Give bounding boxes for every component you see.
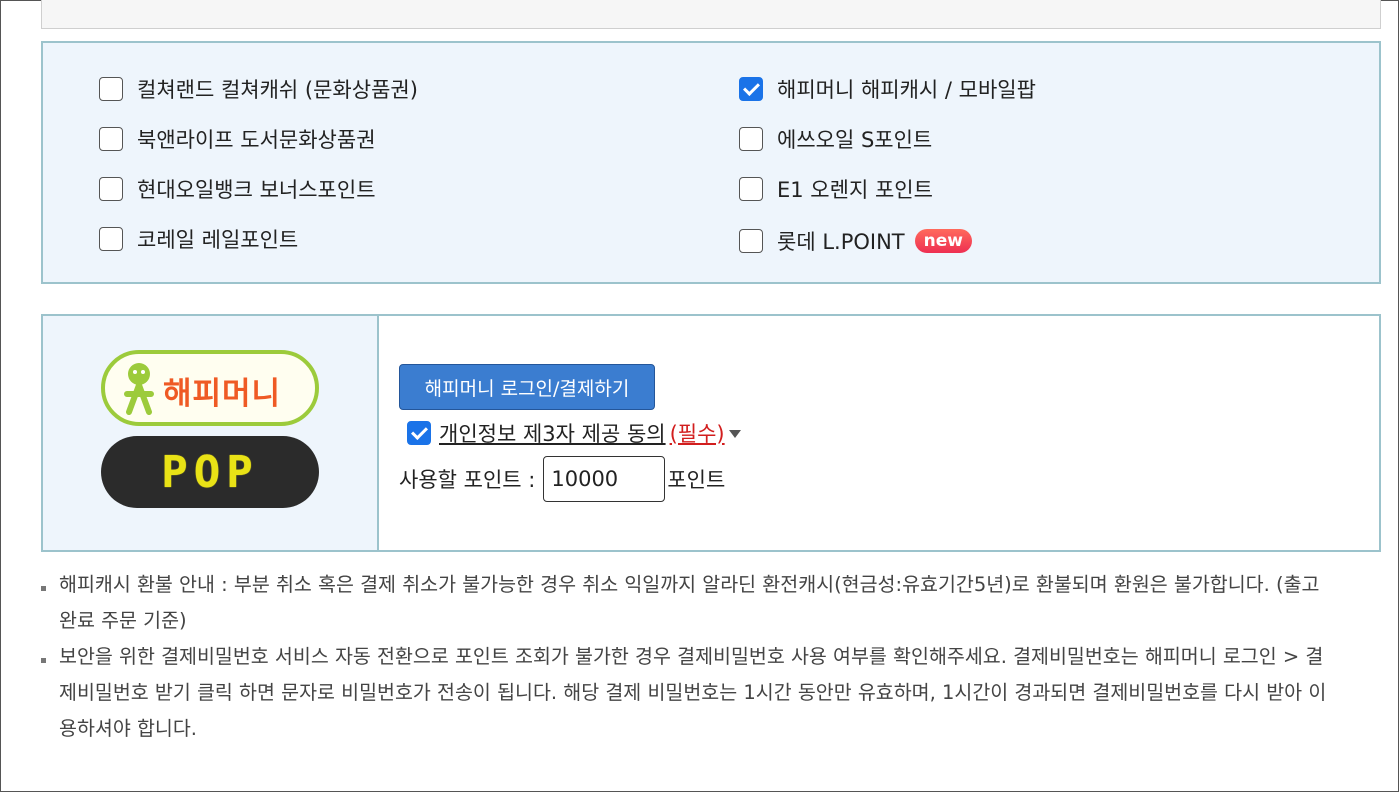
option-booknlife[interactable]: 북앤라이프 도서문화상품권 bbox=[99, 125, 376, 153]
notice-text: 보안을 위한 결제비밀번호 서비스 자동 전환으로 포인트 조회가 불가한 경우… bbox=[59, 645, 1327, 740]
points-input[interactable] bbox=[543, 456, 666, 502]
option-label: 에쓰오일 S포인트 bbox=[777, 128, 933, 152]
notice-item: 보안을 위한 결제비밀번호 서비스 자동 전환으로 포인트 조회가 불가한 경우… bbox=[41, 639, 1341, 747]
notice-item: 해피캐시 환불 안내 : 부분 취소 혹은 결제 취소가 불가능한 경우 취소 … bbox=[41, 567, 1341, 639]
option-soil[interactable]: 에쓰오일 S포인트 bbox=[739, 125, 932, 153]
caret-down-icon[interactable] bbox=[728, 430, 741, 438]
option-label: 롯데 L.POINT bbox=[777, 230, 905, 254]
privacy-consent[interactable]: 개인정보 제3자 제공 동의 (필수) bbox=[407, 418, 741, 448]
happymoney-login-button[interactable]: 해피머니 로그인/결제하기 bbox=[399, 364, 655, 410]
checkbox[interactable] bbox=[99, 127, 123, 151]
option-label: 컬쳐랜드 컬쳐캐쉬 (문화상품권) bbox=[137, 78, 418, 102]
notice-list: 해피캐시 환불 안내 : 부분 취소 혹은 결제 취소가 불가능한 경우 취소 … bbox=[41, 567, 1341, 747]
happymoney-logo: 해피머니 bbox=[101, 350, 319, 426]
option-label: E1 오렌지 포인트 bbox=[777, 178, 933, 202]
checkbox[interactable] bbox=[739, 229, 763, 253]
new-badge: new bbox=[914, 229, 972, 253]
consent-required[interactable]: (필수) bbox=[670, 418, 725, 448]
pop-logo-text: POP bbox=[161, 446, 259, 498]
pop-logo: POP bbox=[101, 436, 319, 508]
option-happymoney[interactable]: 해피머니 해피캐시 / 모바일팝 bbox=[739, 75, 1036, 103]
option-e1[interactable]: E1 오렌지 포인트 bbox=[739, 175, 933, 203]
points-row: 사용할 포인트 : 포인트 bbox=[399, 456, 725, 502]
payment-controls: 해피머니 로그인/결제하기 개인정보 제3자 제공 동의 (필수) 사용할 포인… bbox=[379, 316, 1379, 550]
bullet-icon bbox=[41, 658, 46, 663]
option-hyundai-oilbank[interactable]: 현대오일뱅크 보너스포인트 bbox=[99, 175, 376, 203]
payment-options-panel: 컬쳐랜드 컬쳐캐쉬 (문화상품권) 해피머니 해피캐시 / 모바일팝 북앤라이프… bbox=[41, 41, 1381, 284]
points-unit: 포인트 bbox=[667, 468, 726, 492]
consent-checkbox[interactable] bbox=[407, 421, 431, 445]
option-lpoint[interactable]: 롯데 L.POINT new bbox=[739, 227, 972, 255]
checkbox[interactable] bbox=[739, 177, 763, 201]
consent-link[interactable]: 개인정보 제3자 제공 동의 bbox=[439, 418, 666, 448]
option-cultureland[interactable]: 컬쳐랜드 컬쳐캐쉬 (문화상품권) bbox=[99, 75, 418, 103]
happymoney-logo-text: 해피머니 bbox=[163, 376, 282, 412]
checkbox[interactable] bbox=[739, 127, 763, 151]
checkbox-checked[interactable] bbox=[739, 77, 763, 101]
checkbox[interactable] bbox=[99, 177, 123, 201]
previous-section-box bbox=[41, 0, 1381, 29]
checkbox[interactable] bbox=[99, 77, 123, 101]
option-label: 북앤라이프 도서문화상품권 bbox=[137, 128, 376, 152]
logo-cell: 해피머니 POP bbox=[43, 316, 379, 550]
happymoney-payment-box: 해피머니 POP 해피머니 로그인/결제하기 개인정보 제3자 제공 동의 (필… bbox=[41, 314, 1381, 552]
notice-text: 해피캐시 환불 안내 : 부분 취소 혹은 결제 취소가 불가능한 경우 취소 … bbox=[59, 573, 1320, 632]
option-korail[interactable]: 코레일 레일포인트 bbox=[99, 225, 298, 253]
points-label: 사용할 포인트 : bbox=[399, 468, 536, 492]
option-label: 현대오일뱅크 보너스포인트 bbox=[137, 178, 376, 202]
checkbox[interactable] bbox=[99, 227, 123, 251]
option-label: 코레일 레일포인트 bbox=[137, 228, 299, 252]
mascot-icon bbox=[124, 363, 154, 415]
option-label: 해피머니 해피캐시 / 모바일팝 bbox=[777, 78, 1036, 102]
bullet-icon bbox=[41, 586, 46, 591]
